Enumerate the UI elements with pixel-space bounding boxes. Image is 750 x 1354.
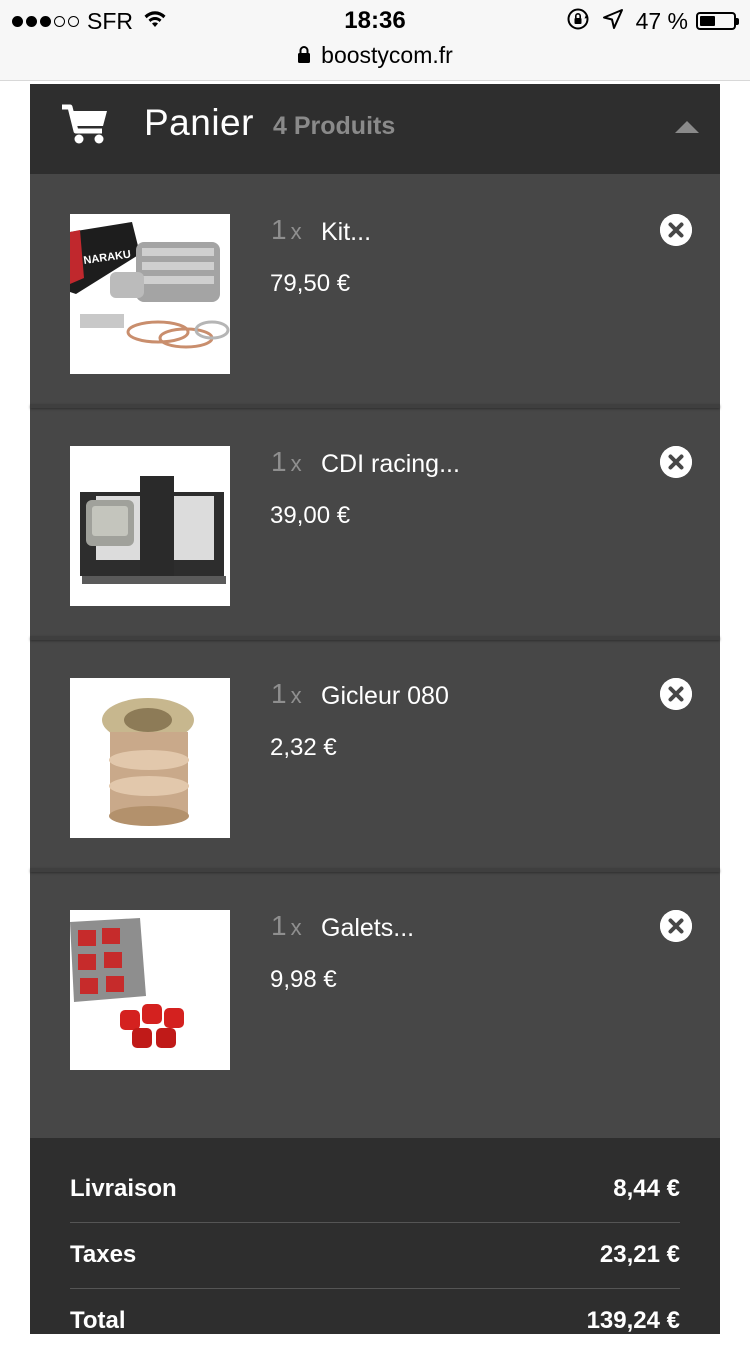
url-text: boostycom.fr xyxy=(321,41,453,68)
remove-icon xyxy=(660,910,692,942)
cart-item: 1x Gicleur 080 2,32 € xyxy=(30,638,720,870)
cart-item: 1x CDI racing... 39,00 € xyxy=(30,406,720,638)
remove-item-button[interactable] xyxy=(660,446,692,478)
item-quantity: 1x xyxy=(271,910,302,941)
item-name[interactable]: CDI racing... xyxy=(321,450,460,479)
location-arrow-icon xyxy=(602,8,624,35)
item-name[interactable]: Gicleur 080 xyxy=(321,682,449,711)
caret-up-icon[interactable] xyxy=(675,120,699,138)
item-price: 39,00 € xyxy=(270,502,351,529)
shipping-value: 8,44 € xyxy=(613,1175,680,1202)
remove-item-button[interactable] xyxy=(660,214,692,246)
status-bar: SFR 18:36 47 % boostycom.fr xyxy=(0,0,750,81)
status-right: 47 % xyxy=(566,6,739,36)
item-name[interactable]: Kit... xyxy=(321,218,371,247)
remove-icon xyxy=(660,678,692,710)
cart-title: Panier xyxy=(144,102,254,143)
url-bar[interactable]: boostycom.fr xyxy=(0,38,750,72)
battery-percentage: 47 % xyxy=(635,7,688,34)
product-image: NARAKU xyxy=(70,214,230,374)
total-value: 139,24 € xyxy=(586,1307,680,1334)
lock-icon xyxy=(297,42,311,69)
product-image xyxy=(70,446,230,606)
remove-item-button[interactable] xyxy=(660,678,692,710)
cart-icon xyxy=(62,104,108,149)
item-quantity: 1x xyxy=(271,446,302,477)
cart-item: 1x Galets... 9,98 € xyxy=(30,870,720,1102)
tax-label: Taxes xyxy=(70,1241,137,1268)
item-name[interactable]: Galets... xyxy=(321,914,414,943)
total-row: Total 139,24 € xyxy=(70,1288,680,1354)
cart-header[interactable]: Panier 4 Produits xyxy=(30,84,720,174)
total-label: Total xyxy=(70,1307,126,1334)
shipping-label: Livraison xyxy=(70,1175,177,1202)
product-image xyxy=(70,910,230,1070)
cart-item: NARAKU 1x Kit... 79,50 € xyxy=(30,174,720,406)
tax-row: Taxes 23,21 € xyxy=(70,1222,680,1289)
battery-icon xyxy=(696,12,739,30)
item-price: 2,32 € xyxy=(270,734,337,761)
item-quantity: 1x xyxy=(271,214,302,245)
cart-product-count: 4 Produits xyxy=(273,112,396,140)
item-price: 79,50 € xyxy=(270,270,351,297)
tax-value: 23,21 € xyxy=(599,1241,680,1268)
remove-item-button[interactable] xyxy=(660,910,692,942)
item-quantity: 1x xyxy=(271,678,302,709)
item-price: 9,98 € xyxy=(270,966,337,993)
cart-item-list: NARAKU 1x Kit... 79,50 € 1 x CDI racing.… xyxy=(30,174,720,1138)
shipping-row: Livraison 8,44 € xyxy=(70,1156,680,1223)
remove-icon xyxy=(660,214,692,246)
orientation-lock-icon xyxy=(566,7,590,36)
product-image xyxy=(70,678,230,838)
cart-totals: Livraison 8,44 € Taxes 23,21 € Total 139… xyxy=(30,1138,720,1334)
remove-icon xyxy=(660,446,692,478)
